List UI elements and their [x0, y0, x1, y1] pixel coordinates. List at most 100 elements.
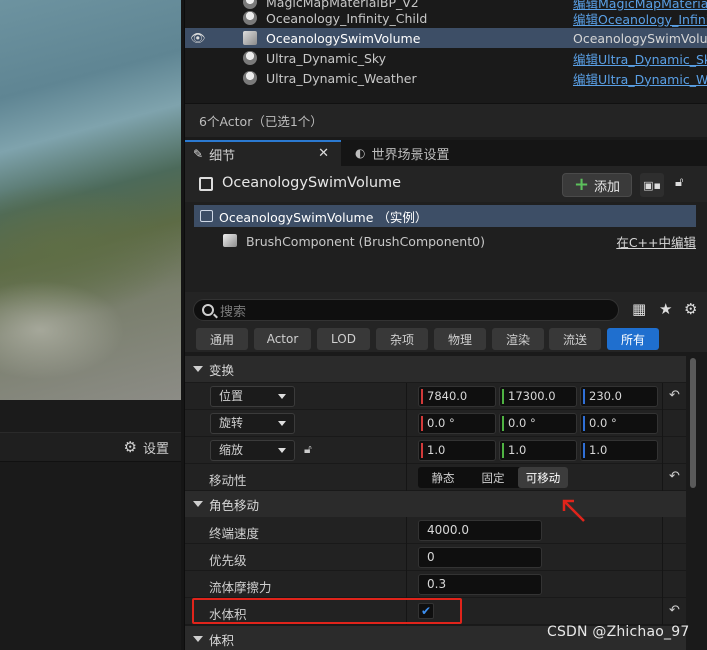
column-divider: [662, 517, 663, 544]
search-input[interactable]: 搜索: [193, 299, 619, 321]
component-tree: OceanologySwimVolume （实例） BrushComponent…: [185, 202, 707, 292]
filter-actor[interactable]: Actor: [254, 328, 311, 350]
viewport-toolbar: ⚙ 设置: [0, 432, 181, 462]
actor-sphere-icon: [243, 71, 257, 85]
add-component-button[interactable]: + 添加: [562, 173, 632, 197]
table-view-icon[interactable]: ▦: [632, 300, 646, 318]
filter-all[interactable]: 所有: [607, 328, 659, 350]
scale-dropdown[interactable]: 缩放: [210, 440, 295, 461]
priority-field[interactable]: 0: [418, 547, 542, 568]
column-divider: [406, 464, 407, 491]
gear-icon[interactable]: ⚙: [124, 438, 137, 456]
actor-sphere-icon: [243, 11, 257, 25]
annotation-highlight-box: [192, 598, 462, 624]
outliner-status: 6个Actor（已选1个）: [185, 103, 707, 137]
outliner-row-name: Oceanology_Infinity_Child: [266, 10, 428, 26]
level-viewport[interactable]: [0, 0, 181, 400]
globe-icon: ◐: [355, 146, 366, 160]
location-x-field[interactable]: 7840.0: [418, 386, 496, 407]
cube-icon: [223, 234, 237, 247]
eye-icon[interactable]: 👁: [185, 31, 211, 45]
actor-sphere-icon: [243, 51, 257, 65]
filter-rendering[interactable]: 渲染: [492, 328, 544, 350]
component-instance-row[interactable]: OceanologySwimVolume （实例）: [194, 205, 696, 227]
tab-world-settings[interactable]: ◐ 世界场景设置: [347, 140, 477, 166]
rotation-dropdown[interactable]: 旋转: [210, 413, 295, 434]
column-divider: [406, 517, 407, 544]
rotation-x-field[interactable]: 0.0 °: [418, 413, 496, 434]
outliner-row[interactable]: Ultra_Dynamic_Weather 编辑Ultra_Dynamic_We: [185, 68, 707, 88]
rotation-y-field[interactable]: 0.0 °: [499, 413, 577, 434]
tab-details-label: 细节: [209, 148, 236, 164]
category-transform[interactable]: 变换: [185, 356, 686, 382]
column-divider: [662, 464, 663, 491]
scale-x-field[interactable]: 1.0: [418, 440, 496, 461]
fluid-friction-row: 流体摩擦力 0.3: [185, 571, 686, 598]
category-character-movement[interactable]: 角色移动: [185, 491, 686, 517]
component-brush-label: BrushComponent (BrushComponent0): [246, 233, 485, 249]
outliner-row-type-link[interactable]: 编辑Ultra_Dynamic_We: [573, 69, 707, 88]
actor-icon: [199, 177, 213, 191]
scale-z-field[interactable]: 1.0: [580, 440, 658, 461]
column-divider: [662, 571, 663, 598]
filter-misc[interactable]: 杂项: [376, 328, 428, 350]
reset-icon[interactable]: ↶: [669, 388, 680, 403]
outliner-row[interactable]: Oceanology_Infinity_Child 编辑Oceanology_I…: [185, 8, 707, 28]
rotation-z-field[interactable]: 0.0 °: [580, 413, 658, 434]
tab-details[interactable]: ✎ 细节 ✕: [185, 140, 341, 166]
close-icon[interactable]: ✕: [318, 146, 329, 161]
panel-tabs: ✎ 细节 ✕ ◐ 世界场景设置: [185, 140, 707, 166]
reset-icon[interactable]: ↶: [669, 603, 680, 618]
reset-icon[interactable]: ↶: [669, 469, 680, 484]
search-placeholder: 搜索: [220, 304, 247, 320]
star-icon[interactable]: ★: [659, 300, 672, 318]
outliner-row-selected[interactable]: 👁 OceanologySwimVolume OceanologySwimVol…: [185, 28, 707, 48]
column-divider: [406, 383, 407, 410]
edit-cpp-link[interactable]: 在C++中编辑: [616, 232, 696, 251]
location-y-field[interactable]: 17300.0: [499, 386, 577, 407]
annotation-arrow-icon: [562, 499, 585, 522]
column-divider: [662, 410, 663, 437]
filter-streaming[interactable]: 流送: [549, 328, 601, 350]
search-icon: [202, 304, 214, 316]
filter-physics[interactable]: 物理: [434, 328, 486, 350]
scale-row: 缩放 🔓︎ 1.0 1.0 1.0: [185, 437, 686, 464]
gear-icon[interactable]: ⚙: [684, 300, 697, 318]
pencil-icon: ✎: [193, 147, 204, 161]
priority-label: 优先级: [209, 553, 247, 568]
column-divider: [662, 437, 663, 464]
blueprint-icon[interactable]: ▣▪: [640, 173, 664, 197]
filter-lod[interactable]: LOD: [317, 328, 370, 350]
viewport-gap: [0, 400, 181, 432]
outliner-row-name: OceanologySwimVolume: [266, 30, 421, 46]
details-header: OceanologySwimVolume + 添加 ▣▪ 🔓︎: [185, 166, 707, 202]
outliner-row-name: Ultra_Dynamic_Sky: [266, 50, 387, 66]
location-z-field[interactable]: 230.0: [580, 386, 658, 407]
outliner-row-type-link[interactable]: 编辑Oceanology_Infinit: [573, 9, 707, 28]
component-instance-label: OceanologySwimVolume （实例）: [219, 209, 428, 225]
mobility-stationary[interactable]: 固定: [468, 467, 518, 488]
component-brush-row[interactable]: BrushComponent (BrushComponent0) 在C++中编辑: [220, 230, 696, 252]
lock-icon[interactable]: 🔓︎: [304, 442, 312, 457]
outliner-row[interactable]: Ultra_Dynamic_Sky 编辑Ultra_Dynamic_Sk: [185, 48, 707, 68]
fluid-friction-label: 流体摩擦力: [209, 580, 272, 595]
column-divider: [662, 598, 663, 625]
mobility-selector: 静态 固定 可移动: [418, 467, 568, 488]
outliner-row-type-link[interactable]: 编辑Ultra_Dynamic_Sk: [573, 49, 707, 68]
filter-general[interactable]: 通用: [196, 328, 248, 350]
location-row: 位置 7840.0 17300.0 230.0 ↶: [185, 383, 686, 410]
fluid-friction-field[interactable]: 0.3: [418, 574, 542, 595]
column-divider: [662, 383, 663, 410]
mobility-movable[interactable]: 可移动: [518, 467, 568, 488]
location-dropdown[interactable]: 位置: [210, 386, 295, 407]
mobility-static[interactable]: 静态: [418, 467, 468, 488]
terminal-velocity-label: 终端速度: [209, 526, 260, 541]
watermark: CSDN @Zhichao_97: [547, 624, 690, 640]
settings-label[interactable]: 设置: [143, 438, 169, 457]
scrollbar[interactable]: [690, 358, 696, 488]
scale-y-field[interactable]: 1.0: [499, 440, 577, 461]
volume-icon: [200, 210, 213, 222]
lock-icon[interactable]: 🔓︎: [675, 175, 683, 190]
bottom-left-panel: [0, 462, 181, 650]
terminal-velocity-field[interactable]: 4000.0: [418, 520, 542, 541]
